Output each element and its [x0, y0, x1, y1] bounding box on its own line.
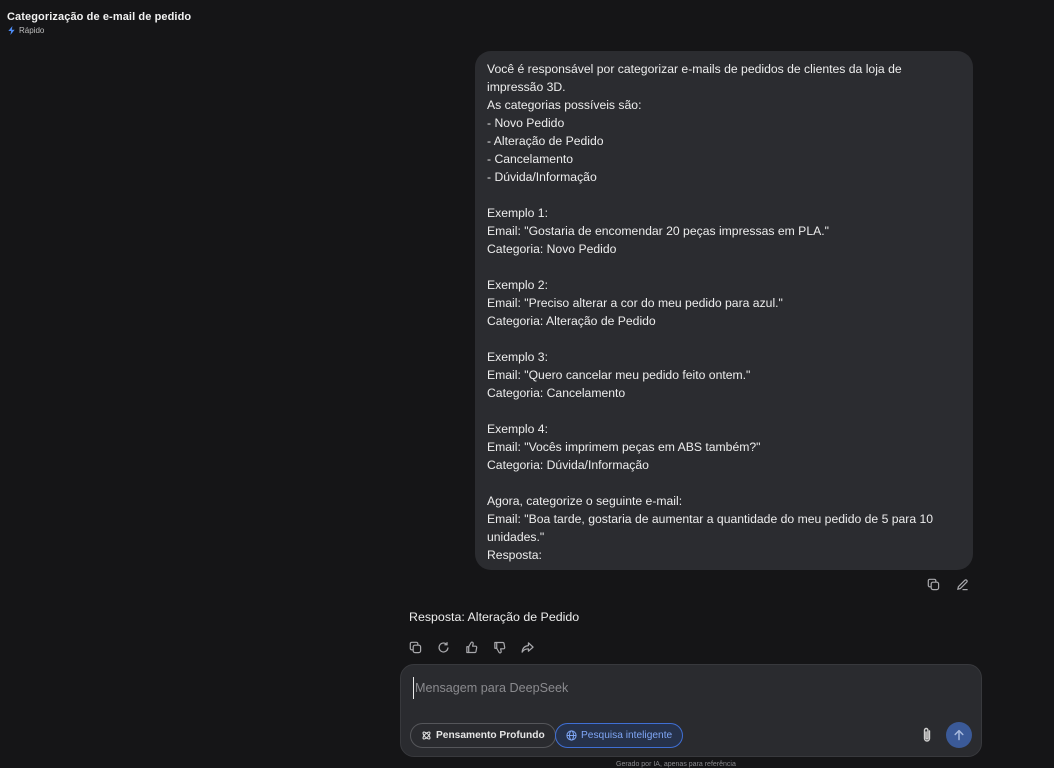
model-mode-label: Rápido	[19, 26, 45, 35]
message-line: Exemplo 1:	[487, 206, 548, 220]
assistant-message: Resposta: Alteração de Pedido	[409, 610, 580, 624]
message-line: Você é responsável por categorizar e-mai…	[487, 62, 902, 76]
message-line: Agora, categorize o seguinte e-mail:	[487, 494, 683, 508]
globe-icon	[566, 730, 577, 741]
message-line: Categoria: Alteração de Pedido	[487, 314, 656, 328]
message-line: Categoria: Dúvida/Informação	[487, 458, 649, 472]
assistant-message-actions	[408, 640, 535, 655]
copy-button[interactable]	[926, 577, 941, 592]
message-line	[487, 330, 961, 348]
message-line: Email: "Gostaria de encomendar 20 peças …	[487, 224, 829, 238]
message-line	[487, 474, 961, 492]
message-composer: Pensamento Profundo Pesquisa inteligente	[400, 664, 982, 757]
share-icon	[521, 642, 534, 653]
message-line: impressão 3D.	[487, 80, 566, 94]
message-line: Resposta:	[487, 548, 542, 562]
message-line: Categoria: Novo Pedido	[487, 242, 617, 256]
like-button[interactable]	[464, 640, 479, 655]
message-input[interactable]	[413, 677, 953, 699]
copy-icon	[409, 641, 422, 654]
chat-header: Categorização de e-mail de pedido Rápido	[7, 11, 191, 35]
lightning-icon	[8, 26, 15, 35]
message-line: unidades."	[487, 530, 545, 544]
regenerate-button[interactable]	[436, 640, 451, 655]
chat-title[interactable]: Categorização de e-mail de pedido	[7, 11, 191, 23]
message-line: - Dúvida/Informação	[487, 170, 597, 184]
thumbs-up-icon	[466, 641, 478, 654]
edit-button[interactable]	[955, 577, 970, 592]
refresh-icon	[438, 642, 449, 653]
message-line: Email: "Quero cancelar meu pedido feito …	[487, 368, 751, 382]
deep-think-button[interactable]: Pensamento Profundo	[410, 723, 556, 748]
message-line	[487, 186, 961, 204]
thumbs-down-icon	[494, 641, 506, 654]
user-message-actions	[926, 577, 970, 592]
message-line: As categorias possíveis são:	[487, 98, 642, 112]
message-line: - Novo Pedido	[487, 116, 565, 130]
message-line: Exemplo 4:	[487, 422, 548, 436]
message-line: Categoria: Cancelamento	[487, 386, 626, 400]
copy-response-button[interactable]	[408, 640, 423, 655]
message-line: Email: "Vocês imprimem peças em ABS tamb…	[487, 440, 761, 454]
send-button[interactable]	[946, 722, 972, 748]
dislike-button[interactable]	[492, 640, 507, 655]
atom-icon	[422, 731, 431, 740]
message-line: Email: "Boa tarde, gostaria de aumentar …	[487, 512, 934, 526]
message-line: Exemplo 2:	[487, 278, 548, 292]
message-line	[487, 258, 961, 276]
message-line: Email: "Preciso alterar a cor do meu ped…	[487, 296, 783, 310]
message-line	[487, 402, 961, 420]
arrow-up-icon	[954, 729, 964, 741]
user-message-bubble: Você é responsável por categorizar e-mai…	[475, 51, 973, 570]
message-line: - Cancelamento	[487, 152, 574, 166]
smart-search-label: Pesquisa inteligente	[581, 730, 673, 741]
smart-search-button[interactable]: Pesquisa inteligente	[555, 723, 684, 748]
message-line: - Alteração de Pedido	[487, 134, 604, 148]
model-mode: Rápido	[7, 26, 191, 35]
copy-icon	[927, 578, 940, 591]
pencil-icon	[957, 579, 968, 591]
attach-button[interactable]	[919, 726, 935, 744]
message-line: Exemplo 3:	[487, 350, 548, 364]
paperclip-icon	[923, 727, 931, 742]
deep-think-label: Pensamento Profundo	[436, 730, 545, 741]
share-button[interactable]	[520, 640, 535, 655]
